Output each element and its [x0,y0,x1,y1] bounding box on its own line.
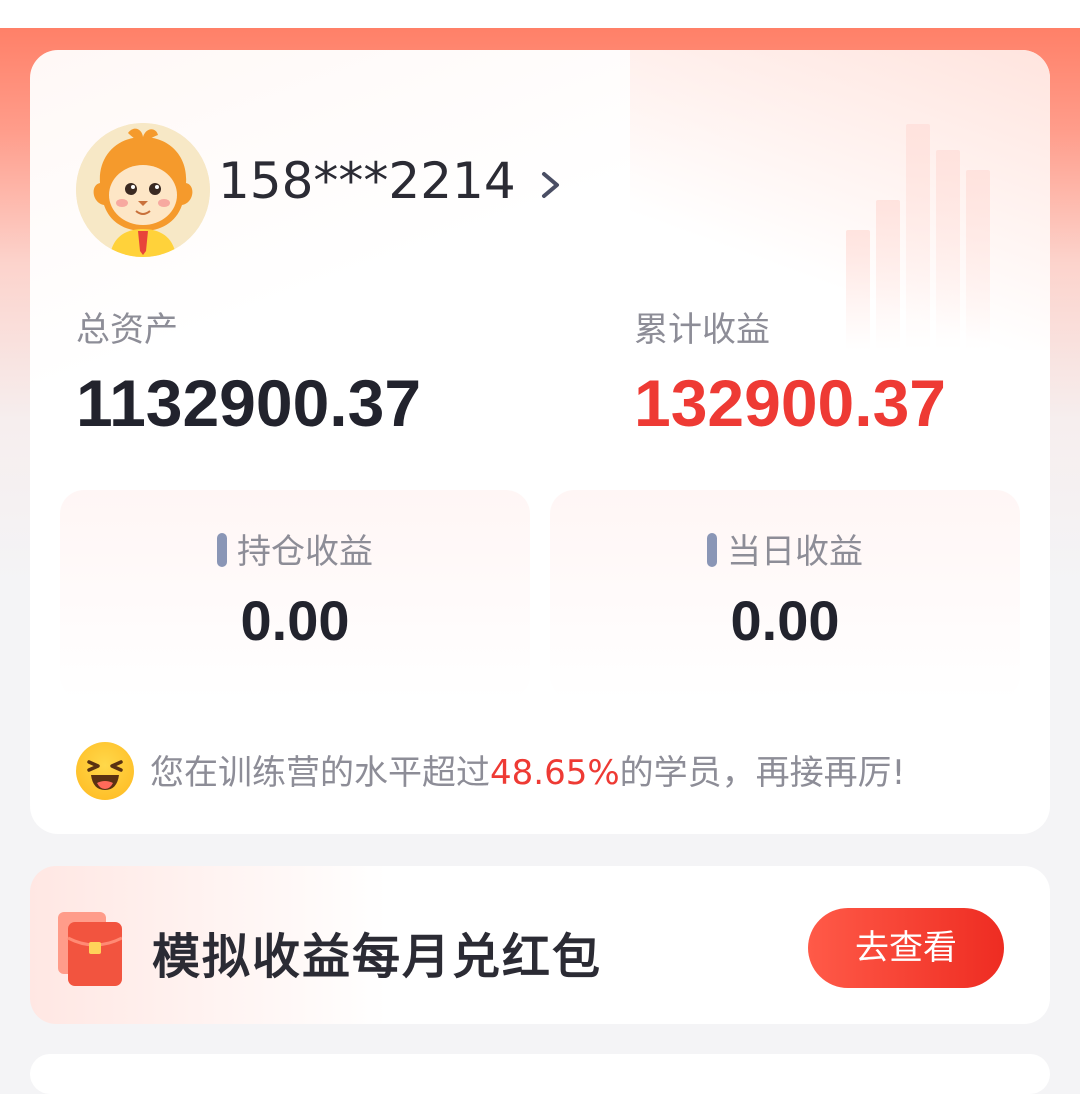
daily-return-box: 当日收益 0.00 [550,490,1020,700]
total-assets-value: 1132900.37 [76,366,422,440]
chevron-right-icon[interactable] [538,170,564,200]
account-phone[interactable]: 158***2214 [218,152,516,210]
status-strip [0,0,1080,28]
next-card [30,1054,1050,1094]
label-marker-icon [707,533,717,567]
daily-return-label: 当日收益 [727,532,863,572]
ranking-suffix: 的学员，再接再厉! [619,753,906,793]
label-marker-icon [217,533,227,567]
ranking-text: 您在训练营的水平超过48.65%的学员，再接再厉! [150,745,905,794]
daily-return-value: 0.00 [730,589,840,652]
position-return-box: 持仓收益 0.00 [60,490,530,700]
cumulative-return-label: 累计收益 [634,310,770,350]
laughing-emoji-icon [76,742,134,800]
red-envelope-icon [58,912,122,986]
promo-title: 模拟收益每月兑红包 [152,929,603,985]
avatar[interactable] [76,123,210,257]
cumulative-return-value: 132900.37 [634,366,946,440]
total-assets-label: 总资产 [76,310,178,350]
position-return-label: 持仓收益 [237,532,373,572]
ranking-prefix: 您在训练营的水平超过 [150,753,490,793]
ranking-percent: 48.65% [490,753,620,793]
lion-avatar-icon [76,123,210,257]
position-return-value: 0.00 [240,589,350,652]
view-button[interactable]: 去查看 [808,908,1004,988]
